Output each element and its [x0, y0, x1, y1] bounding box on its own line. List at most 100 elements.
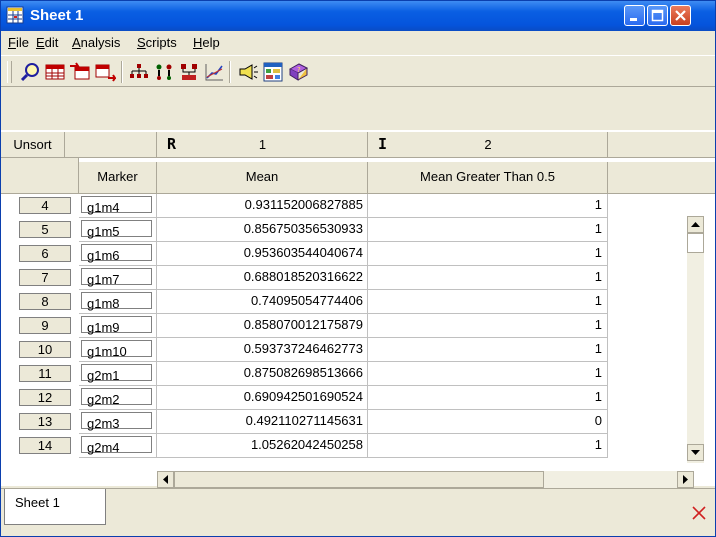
menu-scripts[interactable]: Scripts [137, 35, 177, 51]
close-icon [675, 10, 686, 21]
row-header[interactable]: 7 [1, 266, 79, 288]
minimize-button[interactable] [624, 5, 645, 26]
mean-gt-cell[interactable]: 1 [368, 242, 608, 266]
marker-cell[interactable]: g1m5 [79, 218, 157, 242]
mean-cell[interactable]: 1.05262042450258 [157, 434, 368, 458]
marker-cell-box: g2m3 [81, 412, 152, 431]
sheet-tab-active[interactable]: Sheet 1 [4, 489, 106, 525]
row-number[interactable]: 5 [19, 221, 71, 238]
pedigree-icon[interactable] [178, 61, 200, 83]
row-header[interactable]: 10 [1, 338, 79, 360]
marker-column-header[interactable]: Marker [79, 162, 157, 194]
row-header[interactable]: 8 [1, 290, 79, 312]
menu-help[interactable]: Help [193, 35, 220, 51]
export-icon[interactable] [94, 61, 116, 83]
chart-icon[interactable] [203, 61, 225, 83]
row-number[interactable]: 12 [19, 389, 71, 406]
mean-cell[interactable]: 0.856750356530933 [157, 218, 368, 242]
row-number[interactable]: 8 [19, 293, 71, 310]
mean-cell[interactable]: 0.953603544040674 [157, 242, 368, 266]
maximize-button[interactable] [647, 5, 668, 26]
row-number[interactable]: 7 [19, 269, 71, 286]
row-header[interactable]: 14 [1, 434, 79, 456]
marker-value: g1m4 [87, 200, 120, 215]
scroll-up-button[interactable] [687, 216, 704, 233]
mean-gt-cell[interactable]: 1 [368, 194, 608, 218]
window-title: Sheet 1 [30, 7, 84, 24]
mean-gt-cell[interactable]: 1 [368, 338, 608, 362]
horizontal-scroll-thumb[interactable] [174, 471, 544, 488]
marker-cell-box: g1m5 [81, 220, 152, 239]
mean-gt-cell[interactable]: 1 [368, 386, 608, 410]
mean-gt-column-header[interactable]: Mean Greater Than 0.5 [368, 162, 608, 194]
mean-gt-cell[interactable]: 1 [368, 218, 608, 242]
row-header[interactable]: 5 [1, 218, 79, 240]
mean-gt-cell[interactable]: 1 [368, 290, 608, 314]
sheet-window: Sheet 1 File Edit Analysis Scripts Help [0, 0, 716, 537]
marker-cell[interactable]: g2m1 [79, 362, 157, 386]
mean-cell[interactable]: 0.688018520316622 [157, 266, 368, 290]
table-icon[interactable] [44, 61, 66, 83]
row-header[interactable]: 4 [1, 194, 79, 216]
marker-cell[interactable]: g2m4 [79, 434, 157, 458]
row-number[interactable]: 4 [19, 197, 71, 214]
marker-cell[interactable]: g1m8 [79, 290, 157, 314]
arrow-right-icon [683, 475, 688, 484]
row-number[interactable]: 6 [19, 245, 71, 262]
mean-cell[interactable]: 0.492110271145631 [157, 410, 368, 434]
zoom-icon[interactable] [19, 61, 41, 83]
column-1-header[interactable]: R 1 [157, 132, 368, 158]
marker-cell[interactable]: g2m2 [79, 386, 157, 410]
row-header[interactable]: 12 [1, 386, 79, 408]
vertical-scroll-thumb[interactable] [687, 233, 704, 253]
scroll-right-button[interactable] [677, 471, 694, 488]
marker-cell[interactable]: g1m7 [79, 266, 157, 290]
vertical-scrollbar[interactable] [687, 216, 704, 463]
menu-analysis[interactable]: Analysis [72, 35, 120, 51]
import-icon[interactable] [69, 61, 91, 83]
column-2-header[interactable]: I 2 [368, 132, 608, 158]
mean-gt-cell[interactable]: 1 [368, 314, 608, 338]
mean-cell[interactable]: 0.858070012175879 [157, 314, 368, 338]
cluster-icon[interactable] [153, 61, 175, 83]
row-number[interactable]: 13 [19, 413, 71, 430]
mean-gt-cell[interactable]: 1 [368, 362, 608, 386]
mean-cell[interactable]: 0.74095054774406 [157, 290, 368, 314]
menu-file[interactable]: File [8, 35, 29, 51]
mean-gt-cell[interactable]: 0 [368, 410, 608, 434]
mean-cell[interactable]: 0.690942501690524 [157, 386, 368, 410]
announce-icon[interactable] [237, 61, 259, 83]
mean-cell[interactable]: 0.931152006827885 [157, 194, 368, 218]
toolbar-grip[interactable] [7, 61, 12, 83]
grid-icon[interactable] [262, 61, 284, 83]
marker-cell[interactable]: g1m6 [79, 242, 157, 266]
row-header[interactable]: 6 [1, 242, 79, 264]
tree-icon[interactable] [128, 61, 150, 83]
marker-cell[interactable]: g1m4 [79, 194, 157, 218]
mean-column-header[interactable]: Mean [157, 162, 368, 194]
marker-cell[interactable]: g2m3 [79, 410, 157, 434]
close-sheet-icon[interactable] [691, 505, 707, 521]
close-button[interactable] [670, 5, 691, 26]
menu-edit[interactable]: Edit [36, 35, 58, 51]
unsort-button[interactable]: Unsort [1, 132, 65, 158]
mean-gt-cell[interactable]: 1 [368, 434, 608, 458]
marker-cell[interactable]: g1m9 [79, 314, 157, 338]
scroll-down-button[interactable] [687, 444, 704, 461]
marker-cell[interactable]: g1m10 [79, 338, 157, 362]
scroll-left-button[interactable] [157, 471, 174, 488]
title-bar[interactable]: Sheet 1 [1, 1, 715, 31]
help-book-icon[interactable]: ? [287, 61, 309, 83]
column-2-number: 2 [484, 137, 492, 152]
row-number[interactable]: 9 [19, 317, 71, 334]
row-header[interactable]: 9 [1, 314, 79, 336]
mean-gt-cell[interactable]: 1 [368, 266, 608, 290]
row-header[interactable]: 11 [1, 362, 79, 384]
row-number[interactable]: 11 [19, 365, 71, 382]
horizontal-scrollbar[interactable] [157, 471, 694, 488]
row-header[interactable]: 13 [1, 410, 79, 432]
row-number[interactable]: 10 [19, 341, 71, 358]
mean-cell[interactable]: 0.875082698513666 [157, 362, 368, 386]
row-number[interactable]: 14 [19, 437, 71, 454]
mean-cell[interactable]: 0.593737246462773 [157, 338, 368, 362]
